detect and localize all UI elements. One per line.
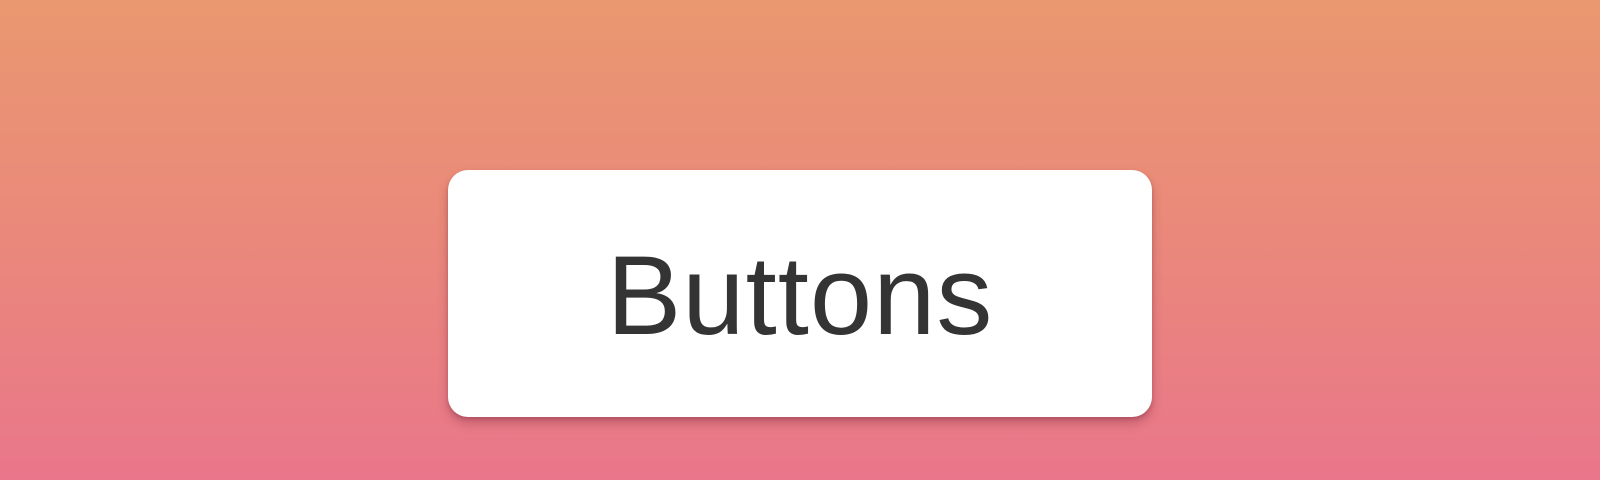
buttons-card-label: Buttons bbox=[606, 232, 994, 358]
gradient-background: Buttons bbox=[0, 0, 1600, 480]
buttons-card-button[interactable]: Buttons bbox=[448, 170, 1152, 417]
